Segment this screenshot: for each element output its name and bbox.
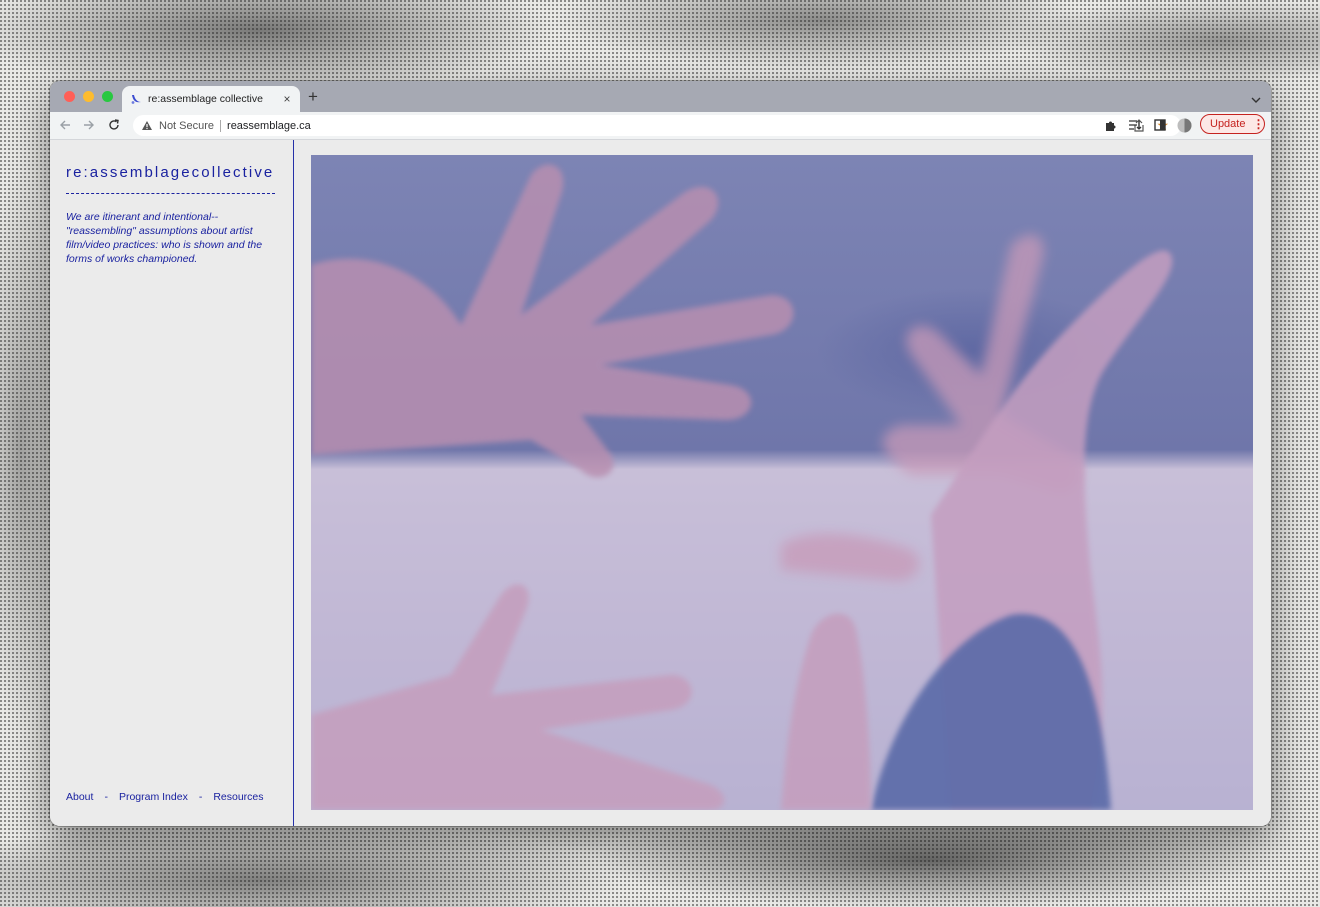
- profile-avatar-icon[interactable]: [1176, 117, 1192, 133]
- sidebar: re:assemblagecollective We are itinerant…: [50, 140, 294, 826]
- site-tagline: We are itinerant and intentional-- "reas…: [66, 211, 263, 265]
- back-arrow-icon[interactable]: [57, 117, 73, 133]
- browser-toolbar: Not Secure reassemblage.ca ★ Update ⋮: [50, 112, 1271, 140]
- warning-icon[interactable]: [141, 120, 153, 132]
- forward-arrow-icon[interactable]: [81, 117, 97, 133]
- update-button-label: Update: [1210, 118, 1246, 130]
- more-menu-icon[interactable]: ⋮: [1252, 117, 1264, 131]
- maximize-window-button[interactable]: [102, 91, 113, 102]
- minimize-window-button[interactable]: [83, 91, 94, 102]
- extensions-puzzle-icon[interactable]: [1102, 117, 1118, 133]
- chevron-down-icon[interactable]: [1251, 91, 1261, 109]
- update-button[interactable]: Update ⋮: [1200, 114, 1265, 134]
- nav-link-resources[interactable]: Resources: [213, 791, 263, 803]
- hands-illustration: [311, 164, 1253, 810]
- browser-window: re:assemblage collective × + Not Secure …: [50, 81, 1271, 826]
- page-content: re:assemblagecollective We are itinerant…: [50, 140, 1271, 826]
- side-panel-icon[interactable]: [1152, 117, 1168, 133]
- nav-separator: -: [104, 791, 108, 803]
- new-tab-button[interactable]: +: [308, 86, 318, 108]
- url-text[interactable]: reassemblage.ca: [227, 120, 311, 132]
- nav-separator: -: [198, 791, 203, 803]
- dashed-divider: [66, 193, 275, 194]
- tab-bar: re:assemblage collective × +: [50, 81, 1271, 112]
- close-window-button[interactable]: [64, 91, 75, 102]
- reload-icon[interactable]: [106, 117, 122, 133]
- hero-image-hands: [311, 155, 1253, 810]
- security-status-label[interactable]: Not Secure: [159, 120, 214, 132]
- address-bar[interactable]: Not Secure reassemblage.ca ★: [133, 115, 1181, 136]
- address-divider: [220, 119, 222, 132]
- tab-title: re:assemblage collective: [148, 93, 263, 105]
- footer-nav: About - Program Index - Resources: [66, 791, 264, 803]
- reading-list-icon[interactable]: [1127, 117, 1143, 133]
- site-favicon-icon: [130, 93, 142, 105]
- nav-link-program-index[interactable]: Program Index: [119, 791, 188, 803]
- site-logo[interactable]: re:assemblagecollective: [66, 164, 274, 181]
- tab-close-icon[interactable]: ×: [280, 92, 294, 106]
- browser-tab[interactable]: re:assemblage collective ×: [122, 86, 300, 112]
- window-controls: [64, 91, 113, 102]
- nav-link-about[interactable]: About: [66, 791, 93, 803]
